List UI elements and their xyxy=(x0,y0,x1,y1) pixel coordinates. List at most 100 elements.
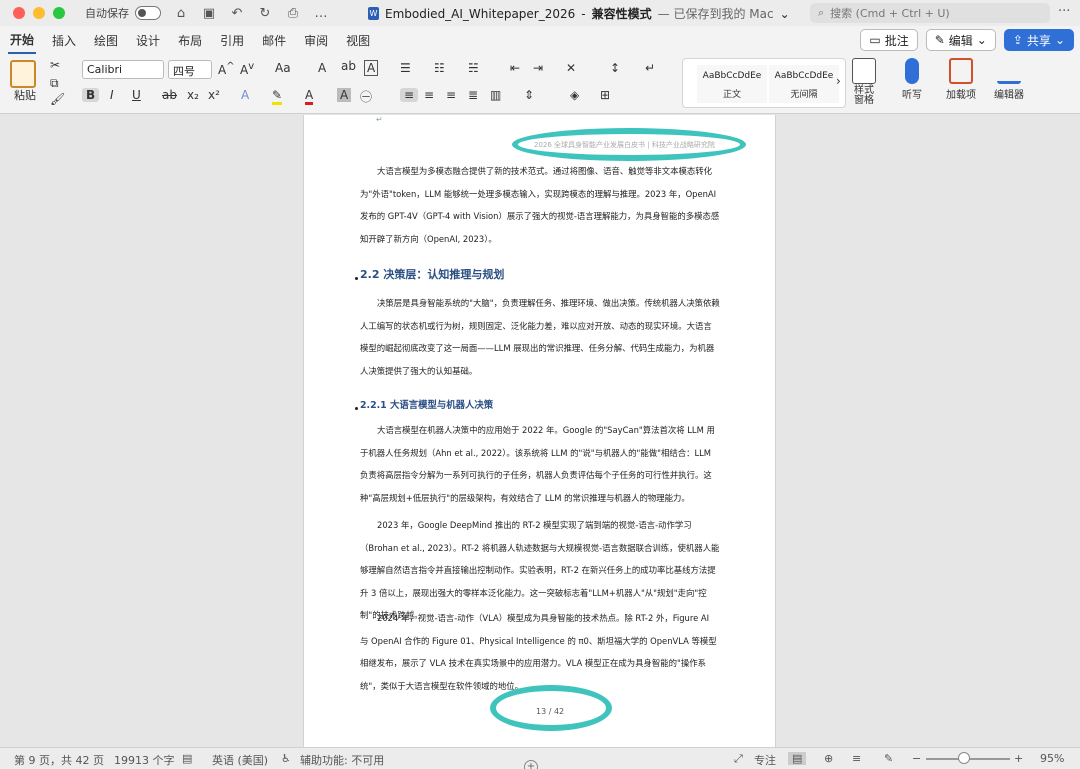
paste-icon[interactable] xyxy=(10,60,36,88)
borders-icon[interactable]: ⊞ xyxy=(600,88,610,102)
clear-format-icon[interactable]: A xyxy=(318,61,326,75)
underline-icon[interactable]: U xyxy=(132,88,141,102)
accessibility-status[interactable]: 辅助功能: 不可用 xyxy=(300,752,384,768)
more-icon[interactable]: … xyxy=(313,6,329,21)
chevron-down-icon: ⌄ xyxy=(1054,33,1065,47)
style-name: 无间隔 xyxy=(790,90,818,100)
word-count[interactable]: 19913 个字 xyxy=(114,752,175,768)
subscript-icon[interactable]: x₂ xyxy=(187,88,199,102)
focus-icon[interactable]: ⤢ xyxy=(734,752,743,766)
highlight-icon[interactable]: ✎ xyxy=(272,88,283,105)
focus-label[interactable]: 专注 xyxy=(754,752,776,768)
addins-button[interactable]: 加载项 xyxy=(941,58,981,101)
paragraph-mark: ↵ xyxy=(376,115,383,124)
search-box[interactable]: ⌕ 搜索 (Cmd + Ctrl + U) xyxy=(810,3,1050,23)
outline-view-icon[interactable]: ≡ xyxy=(852,752,861,765)
close-window-button[interactable] xyxy=(13,7,25,19)
enclose-characters-icon[interactable]: ㊀ xyxy=(360,88,372,105)
multilevel-list-icon[interactable]: ☵ xyxy=(468,61,479,75)
tab-mailings[interactable]: 邮件 xyxy=(260,28,288,53)
title-bar: 自动保存 ⌂ ▣ ↶ ↻ ⎙ … W Embodied_AI_Whitepape… xyxy=(0,0,1080,26)
font-color-icon[interactable]: A xyxy=(305,88,314,105)
minimize-window-button[interactable] xyxy=(33,7,45,19)
document-canvas[interactable]: ↵ 2026 全球具身智能产业发展白皮书 | 科技产业战略研究院 大语言模型为多… xyxy=(0,115,1080,747)
strikethrough-icon[interactable]: ab xyxy=(162,88,177,102)
style-normal[interactable]: AaBbCcDdEe 正文 xyxy=(697,65,767,103)
font-size-select[interactable]: 四号 xyxy=(168,60,212,79)
tab-draw[interactable]: 绘图 xyxy=(92,28,120,53)
show-marks-icon[interactable]: ↵ xyxy=(645,61,655,75)
page-count[interactable]: 第 9 页，共 42 页 xyxy=(14,752,104,768)
accessibility-icon[interactable]: ♿ xyxy=(281,752,291,765)
language[interactable]: 英语 (美国) xyxy=(212,752,268,768)
justify-icon[interactable]: ≣ xyxy=(468,88,478,102)
proofing-icon[interactable]: ▤ xyxy=(182,752,192,765)
undo-icon[interactable]: ↶ xyxy=(229,6,245,21)
document-page[interactable]: ↵ 2026 全球具身智能产业发展白皮书 | 科技产业战略研究院 大语言模型为多… xyxy=(303,115,776,747)
tab-home[interactable]: 开始 xyxy=(8,27,37,54)
overflow-icon[interactable]: ··· xyxy=(1058,4,1070,19)
comments-button[interactable]: ▭ 批注 xyxy=(860,29,918,51)
text-effects-icon[interactable]: A xyxy=(241,88,249,102)
distributed-icon[interactable]: ▥ xyxy=(490,88,501,102)
shading-icon[interactable]: ◈ xyxy=(570,88,579,102)
character-shading-icon[interactable]: A xyxy=(337,88,352,102)
align-right-icon[interactable]: ≡ xyxy=(446,88,456,102)
tab-design[interactable]: 设计 xyxy=(134,28,162,53)
dictate-button[interactable]: 听写 xyxy=(892,58,932,101)
increase-indent-icon[interactable]: ⇥ xyxy=(533,61,543,75)
paragraph-2: 决策层是具身智能系统的"大脑"，负责理解任务、推理环境、做出决策。传统机器人决策… xyxy=(360,298,720,376)
bold-icon[interactable]: B xyxy=(82,88,100,102)
tab-layout[interactable]: 布局 xyxy=(176,28,204,53)
paste-label[interactable]: 粘贴 xyxy=(14,87,36,103)
tab-review[interactable]: 审阅 xyxy=(302,28,330,53)
tab-references[interactable]: 引用 xyxy=(218,28,246,53)
home-icon[interactable]: ⌂ xyxy=(173,6,189,21)
tab-insert[interactable]: 插入 xyxy=(50,28,78,53)
style-no-spacing[interactable]: AaBbCcDdEe 无间隔 xyxy=(769,65,839,103)
draft-view-icon[interactable]: ✎ xyxy=(884,752,893,765)
tab-view[interactable]: 视图 xyxy=(344,28,372,53)
search-icon: ⌕ xyxy=(818,6,825,19)
shrink-font-icon[interactable]: Av xyxy=(240,61,254,77)
chinese-layout-icon[interactable]: ✕ xyxy=(566,61,576,75)
cut-icon[interactable]: ✂ xyxy=(50,58,60,72)
decrease-indent-icon[interactable]: ⇤ xyxy=(510,61,520,75)
copy-icon[interactable]: ⧉ xyxy=(50,76,59,91)
sort-icon[interactable]: ↕ xyxy=(610,61,620,75)
zoom-out-icon[interactable]: − xyxy=(912,752,921,765)
print-icon[interactable]: ⎙ xyxy=(285,6,301,21)
line-spacing-icon[interactable]: ⇕ xyxy=(524,88,534,102)
autosave-toggle[interactable] xyxy=(135,6,161,20)
zoom-slider-thumb[interactable] xyxy=(958,752,970,764)
print-layout-icon[interactable]: ▤ xyxy=(788,752,807,765)
zoom-level[interactable]: 95% xyxy=(1040,752,1064,765)
web-layout-icon[interactable]: ⊕ xyxy=(824,752,833,765)
document-title[interactable]: W Embodied_AI_Whitepaper_2026 - 兼容性模式 — … xyxy=(368,5,790,22)
editing-button[interactable]: ✎ 编辑 ⌄ xyxy=(925,29,996,51)
heading-bullet xyxy=(355,277,358,280)
grow-font-icon[interactable]: A^ xyxy=(218,61,235,77)
numbering-icon[interactable]: ☷ xyxy=(434,61,445,75)
bullets-icon[interactable]: ☰ xyxy=(400,61,411,75)
font-name-select[interactable]: Calibri xyxy=(82,60,164,79)
superscript-icon[interactable]: x² xyxy=(208,88,220,102)
character-border-icon[interactable]: A xyxy=(364,60,379,76)
zoom-in-icon[interactable]: + xyxy=(1014,752,1023,765)
share-button[interactable]: ⇪ 共享 ⌄ xyxy=(1003,29,1074,51)
styles-pane-button[interactable]: 样式 窗格 xyxy=(844,58,884,106)
editor-button[interactable]: 编辑器 xyxy=(989,58,1029,101)
zoom-window-button[interactable] xyxy=(53,7,65,19)
add-page-icon[interactable]: + xyxy=(524,760,538,769)
paragraph-3: 大语言模型在机器人决策中的应用始于 2022 年。Google 的"SayCan… xyxy=(360,425,715,503)
align-left-icon[interactable]: ≡ xyxy=(400,88,419,102)
save-icon[interactable]: ▣ xyxy=(201,6,217,21)
italic-icon[interactable]: I xyxy=(110,88,114,102)
paragraph-5: 2024 年，视觉-语言-动作（VLA）模型成为具身智能的技术热点。除 RT-2… xyxy=(360,613,717,691)
format-painter-icon[interactable]: 🖌 xyxy=(50,92,65,106)
change-case-icon[interactable]: Aa xyxy=(275,61,291,75)
redo-icon[interactable]: ↻ xyxy=(257,6,273,21)
align-center-icon[interactable]: ≡ xyxy=(424,88,434,102)
phonetic-guide-icon[interactable]: ab xyxy=(341,59,356,73)
chevron-right-icon[interactable]: › xyxy=(836,74,841,88)
